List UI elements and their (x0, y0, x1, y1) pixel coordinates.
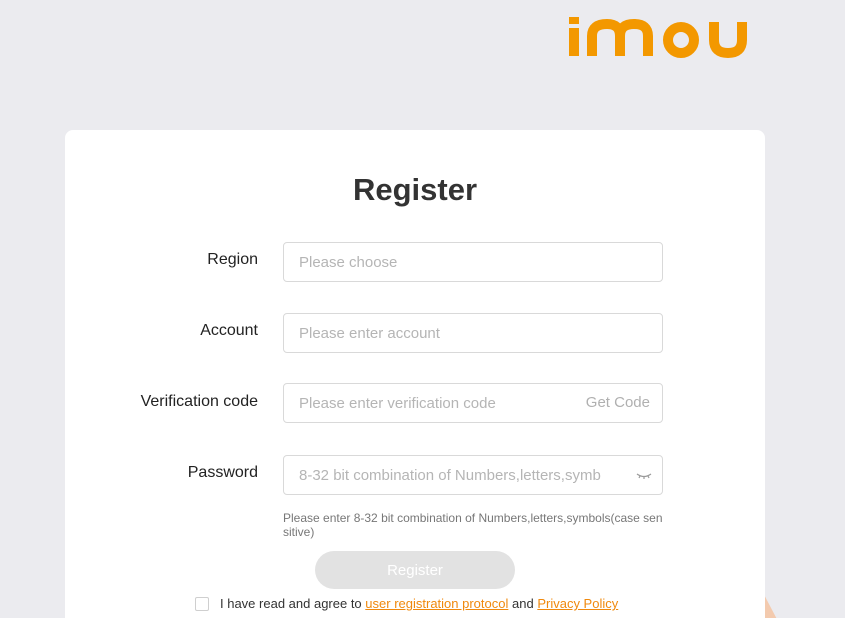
agreement-row: I have read and agree to user registrati… (195, 596, 618, 611)
agreement-checkbox[interactable] (195, 596, 209, 611)
agreement-text: I have read and agree to (220, 596, 362, 611)
imou-logo (568, 14, 748, 60)
password-hint: Please enter 8-32 bit combination of Num… (283, 511, 663, 539)
account-label: Account (200, 322, 258, 339)
user-registration-protocol-link[interactable]: user registration protocol (365, 596, 508, 611)
password-field[interactable] (283, 455, 663, 495)
region-label: Region (207, 251, 258, 268)
account-input[interactable] (284, 314, 662, 352)
get-code-button[interactable]: Get Code (586, 394, 650, 411)
register-page: Register Region Account Verification cod… (0, 0, 845, 618)
register-card: Register Region Account Verification cod… (65, 130, 765, 618)
privacy-policy-link[interactable]: Privacy Policy (537, 596, 618, 611)
account-field[interactable] (283, 313, 663, 353)
verification-code-field[interactable]: Get Code (283, 383, 663, 423)
password-input[interactable] (284, 456, 662, 494)
page-title: Register (352, 172, 478, 207)
eye-closed-icon[interactable] (636, 468, 652, 482)
verification-code-label: Verification code (140, 393, 258, 410)
register-button[interactable]: Register (315, 551, 515, 589)
password-label: Password (187, 464, 258, 481)
region-select[interactable] (283, 242, 663, 282)
agreement-conjunction: and (512, 596, 534, 611)
region-input[interactable] (284, 243, 662, 281)
